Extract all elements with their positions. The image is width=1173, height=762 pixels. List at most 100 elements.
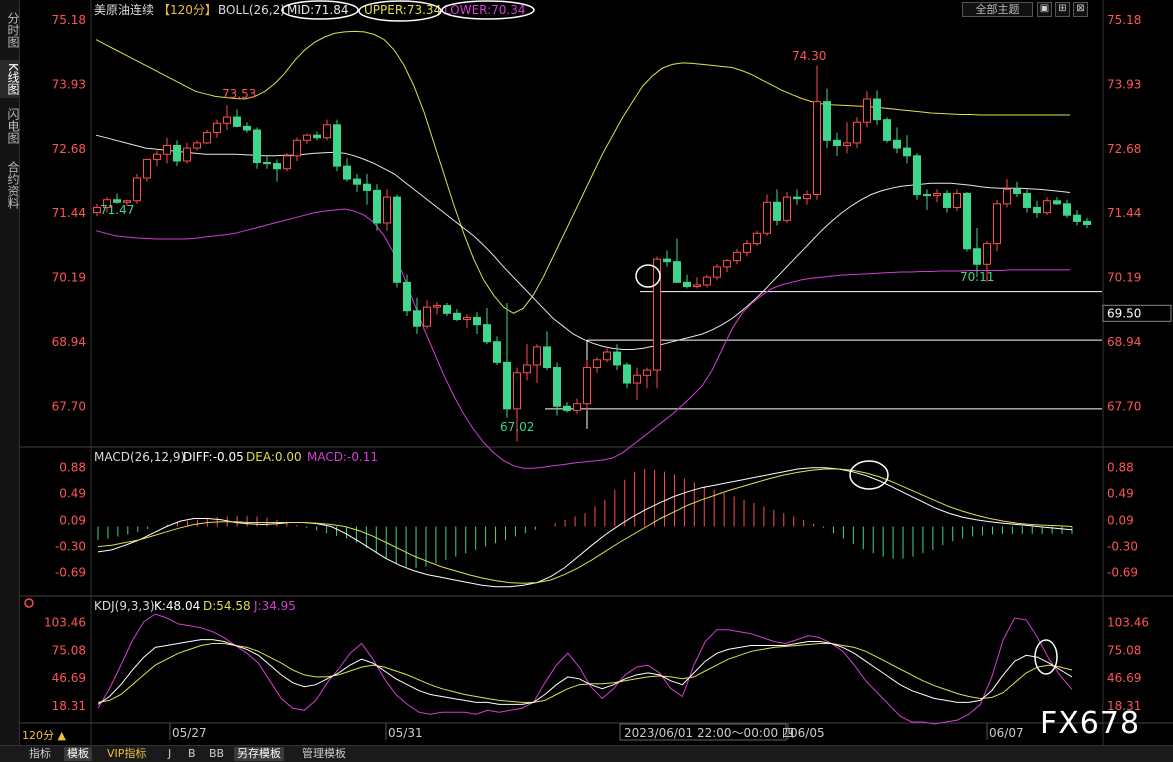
candle-body bbox=[803, 194, 811, 200]
price-ytick-left: 71.44 bbox=[52, 206, 86, 220]
kdj-ytick-left: 103.46 bbox=[44, 615, 86, 629]
candle-body bbox=[403, 281, 411, 312]
candle-body bbox=[383, 196, 391, 224]
bottom-tab-4[interactable]: B bbox=[185, 747, 199, 761]
candle-body bbox=[323, 124, 331, 139]
candle-body bbox=[783, 196, 791, 221]
kdj-ytick-right: 75.08 bbox=[1107, 643, 1141, 657]
price-annotation: 74.30 bbox=[792, 49, 826, 63]
candle-body bbox=[613, 351, 621, 366]
candle-body bbox=[303, 134, 311, 141]
candle-body bbox=[393, 196, 401, 283]
candle-body bbox=[953, 193, 961, 208]
price-annotation: 71.47 bbox=[100, 203, 134, 217]
restore-button[interactable]: ▣ bbox=[1037, 2, 1052, 17]
candle-body bbox=[333, 124, 341, 167]
kdj-ytick-right: 46.69 bbox=[1107, 671, 1141, 685]
bottom-tab-7[interactable]: 管理模板 bbox=[299, 747, 349, 761]
macd-ytick-left: 0.88 bbox=[59, 461, 86, 475]
close-icon[interactable]: ⊠ bbox=[1073, 2, 1088, 17]
candle-body bbox=[203, 132, 211, 144]
candle-body bbox=[363, 183, 371, 191]
price-ytick-right: 73.93 bbox=[1107, 78, 1141, 92]
kdj-j-value: J:34.95 bbox=[253, 599, 296, 613]
macd-ytick-right: 0.09 bbox=[1107, 513, 1134, 527]
candle-body bbox=[643, 369, 651, 376]
candle-body bbox=[443, 305, 451, 314]
candle-body bbox=[983, 243, 991, 265]
bottom-toolbar: 指标 模板 VIP指标 J B BB 另存模板 管理模板 bbox=[0, 745, 1173, 762]
price-ytick-right: 75.18 bbox=[1107, 13, 1141, 27]
bottom-tab-6[interactable]: 另存模板 bbox=[234, 747, 284, 761]
candle-body bbox=[693, 284, 701, 287]
candle-body bbox=[503, 361, 511, 410]
candle-body bbox=[963, 193, 971, 250]
macd-ytick-right: 0.88 bbox=[1107, 461, 1134, 475]
price-tag-label: 69.50 bbox=[1107, 306, 1141, 320]
candle-body bbox=[773, 201, 781, 221]
candle-body bbox=[513, 372, 521, 410]
theme-button[interactable]: 全部主题 bbox=[962, 2, 1033, 17]
candle-body bbox=[893, 139, 901, 149]
candle-body bbox=[243, 125, 251, 131]
macd-ytick-left: -0.30 bbox=[55, 540, 86, 554]
candle-body bbox=[683, 281, 691, 287]
bottom-tab-0[interactable]: 指标 bbox=[26, 747, 54, 761]
bottom-tab-1[interactable]: 模板 bbox=[64, 747, 92, 761]
price-annotation: 67.02 bbox=[500, 420, 534, 434]
candle-body bbox=[473, 316, 481, 326]
candle-body bbox=[883, 119, 891, 141]
candle-body bbox=[1083, 220, 1091, 225]
kdj-title: KDJ(9,3,3) bbox=[94, 599, 155, 613]
candle-body bbox=[763, 201, 771, 234]
macd-ytick-left: 0.09 bbox=[59, 513, 86, 527]
candle-body bbox=[923, 194, 931, 197]
macd-ytick-right: -0.30 bbox=[1107, 540, 1138, 554]
macd-ytick-right: -0.69 bbox=[1107, 566, 1138, 580]
candle-body bbox=[733, 251, 741, 262]
bottom-tab-5[interactable]: BB bbox=[206, 747, 227, 761]
period-tag: 【120分】 bbox=[158, 3, 217, 17]
candle-body bbox=[463, 316, 471, 321]
candle-body bbox=[593, 359, 601, 369]
chart-canvas: 75.18 75.18 73.93 73.93 72.68 72.68 71.44 71.44… bbox=[20, 0, 1173, 745]
candle-body bbox=[853, 121, 861, 144]
price-annotation: 70.11 bbox=[960, 270, 994, 284]
candle-body bbox=[1063, 203, 1071, 216]
candle-body bbox=[553, 367, 561, 407]
watermark-logo: FX678 bbox=[1040, 706, 1141, 741]
candle-body bbox=[313, 134, 321, 139]
price-ytick-right: 67.70 bbox=[1107, 399, 1141, 413]
candle-body bbox=[453, 312, 461, 321]
bottom-tab-2[interactable]: VIP指标 bbox=[104, 747, 149, 761]
candle-body bbox=[1043, 200, 1051, 214]
bottom-tab-3[interactable]: J bbox=[165, 747, 174, 761]
candle-body bbox=[183, 147, 191, 162]
candle-body bbox=[713, 266, 721, 278]
candle-body bbox=[533, 346, 541, 366]
candle-body bbox=[1053, 200, 1061, 205]
candle-body bbox=[753, 232, 761, 245]
candle-body bbox=[263, 162, 271, 165]
candle-body bbox=[233, 116, 241, 127]
kdj-ytick-right: 103.46 bbox=[1107, 615, 1149, 629]
candle-body bbox=[703, 276, 711, 286]
candle-body bbox=[663, 258, 671, 263]
maximize-button[interactable]: ⊞ bbox=[1055, 2, 1070, 17]
candle-body bbox=[843, 142, 851, 146]
candle-body bbox=[423, 306, 431, 327]
x-axis-date: 05/31 bbox=[388, 726, 423, 740]
candle-body bbox=[583, 367, 591, 405]
candle-body bbox=[903, 147, 911, 157]
period-selector[interactable]: 120分 ▲ bbox=[22, 727, 66, 743]
price-ytick-left: 70.19 bbox=[52, 271, 86, 285]
price-ytick-right: 72.68 bbox=[1107, 142, 1141, 156]
candle-body bbox=[933, 193, 941, 197]
indicator-name: BOLL(26,2) bbox=[218, 3, 285, 17]
candle-body bbox=[133, 177, 141, 202]
candle-body bbox=[943, 193, 951, 208]
candle-body bbox=[213, 122, 221, 134]
candle-body bbox=[343, 165, 351, 180]
price-ytick-left: 68.94 bbox=[52, 335, 86, 349]
price-ytick-left: 73.93 bbox=[52, 78, 86, 92]
